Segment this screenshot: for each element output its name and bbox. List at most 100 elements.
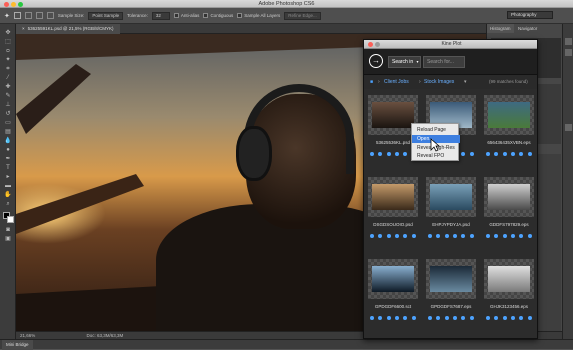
sample-all-layers-checkbox[interactable]: Sample All Layers (237, 13, 280, 19)
close-icon[interactable]: × (22, 26, 25, 31)
info-icon[interactable] (494, 152, 499, 156)
anti-alias-checkbox[interactable]: Anti-alias (173, 13, 199, 19)
view-icon[interactable] (486, 234, 491, 238)
download-icon[interactable] (502, 316, 507, 320)
view-icon[interactable] (486, 152, 491, 156)
edit-icon[interactable] (511, 316, 516, 320)
grid-item[interactable]: 656436435XVBN.eps (482, 90, 536, 170)
info-icon[interactable] (378, 152, 383, 156)
breadcrumb-stock-images[interactable]: Stock Images (424, 75, 454, 89)
clone-stamp-tool-icon[interactable]: ⊥ (4, 102, 12, 109)
download-icon[interactable] (502, 234, 507, 238)
link-icon[interactable] (519, 234, 524, 238)
history-brush-tool-icon[interactable]: ↺ (4, 111, 12, 118)
tolerance-input[interactable]: 32 (151, 11, 170, 20)
link-icon[interactable] (403, 152, 408, 156)
edit-icon[interactable] (453, 234, 458, 238)
blur-tool-icon[interactable]: 💧 (4, 138, 12, 145)
path-selection-tool-icon[interactable]: ▸ (4, 174, 12, 181)
doc-info[interactable]: Doc: 63,3M/63,3M (87, 333, 124, 338)
marquee-tool-icon[interactable]: ⬚ (4, 39, 12, 46)
grid-item[interactable]: GPDGDFS7687.eps (424, 254, 478, 334)
histogram-icon[interactable] (565, 38, 572, 45)
more-icon[interactable] (527, 316, 532, 320)
view-icon[interactable] (428, 316, 433, 320)
more-icon[interactable] (469, 316, 474, 320)
subtract-selection-icon[interactable] (35, 12, 43, 19)
more-icon[interactable] (527, 152, 532, 156)
more-icon[interactable] (411, 316, 416, 320)
edit-icon[interactable] (395, 234, 400, 238)
thumbnail[interactable] (368, 177, 418, 217)
view-icon[interactable] (370, 234, 375, 238)
contiguous-checkbox[interactable]: Contiguous (203, 13, 233, 19)
info-icon[interactable] (565, 49, 572, 56)
view-icon[interactable] (370, 152, 375, 156)
more-icon[interactable] (411, 234, 416, 238)
info-icon[interactable] (494, 316, 499, 320)
grid-item[interactable]: EHPJYPDYJA.psd (424, 172, 478, 252)
view-icon[interactable] (428, 234, 433, 238)
thumbnail[interactable] (426, 259, 476, 299)
download-icon[interactable] (386, 152, 391, 156)
thumbnail[interactable] (484, 95, 534, 135)
link-icon[interactable] (461, 234, 466, 238)
eraser-tool-icon[interactable]: ▭ (4, 120, 12, 127)
grid-item[interactable]: DSGDSOUOIO.psd (366, 172, 420, 252)
thumbnail[interactable] (368, 259, 418, 299)
thumbnail[interactable] (426, 177, 476, 217)
magic-wand-tool-icon[interactable]: ✦ (4, 57, 12, 64)
lasso-tool-icon[interactable]: ᴑ (4, 48, 12, 55)
add-selection-icon[interactable] (24, 12, 32, 19)
dodge-tool-icon[interactable]: ● (4, 147, 12, 154)
download-icon[interactable] (502, 152, 507, 156)
healing-brush-tool-icon[interactable]: ✚ (4, 84, 12, 91)
search-scope-select[interactable]: Search in ▾ (388, 56, 421, 68)
grid-item[interactable]: GPDGDF6600.sct (366, 254, 420, 334)
logo-arrow-icon[interactable]: → (369, 54, 383, 68)
adjustments-icon[interactable] (565, 124, 572, 131)
edit-icon[interactable] (511, 152, 516, 156)
link-icon[interactable] (519, 316, 524, 320)
edit-icon[interactable] (511, 234, 516, 238)
shape-tool-icon[interactable]: ▬ (4, 183, 12, 190)
info-icon[interactable] (494, 234, 499, 238)
download-icon[interactable] (444, 316, 449, 320)
thumbnail[interactable] (484, 177, 534, 217)
link-icon[interactable] (403, 234, 408, 238)
view-icon[interactable] (370, 316, 375, 320)
link-icon[interactable] (461, 152, 466, 156)
pen-tool-icon[interactable]: ✒ (4, 156, 12, 163)
eyedropper-tool-icon[interactable]: ⁄ (4, 75, 12, 82)
edit-icon[interactable] (453, 316, 458, 320)
folder-icon[interactable]: ■ (370, 75, 373, 89)
zoom-tool-icon[interactable]: ⌕ (4, 201, 12, 208)
view-icon[interactable] (486, 316, 491, 320)
download-icon[interactable] (386, 234, 391, 238)
grid-item[interactable]: GHJK3123456.eps (482, 254, 536, 334)
document-tab[interactable]: × 53625591KL.psd @ 21,5% (RGB/8/CMYK) (16, 24, 120, 34)
link-icon[interactable] (461, 316, 466, 320)
brush-tool-icon[interactable]: ✎ (4, 93, 12, 100)
refine-edge-button[interactable]: Refine Edge... (284, 11, 321, 20)
more-icon[interactable] (469, 152, 474, 156)
crop-tool-icon[interactable]: ⌗ (4, 66, 12, 73)
gradient-tool-icon[interactable]: ▤ (4, 129, 12, 136)
info-icon[interactable] (436, 316, 441, 320)
menu-item-reveal-fpo[interactable]: Reveal FPO (412, 152, 460, 160)
type-tool-icon[interactable]: T (4, 165, 12, 172)
more-icon[interactable] (469, 234, 474, 238)
move-tool-icon[interactable]: ✥ (4, 30, 12, 37)
link-icon[interactable] (403, 316, 408, 320)
thumbnail[interactable] (484, 259, 534, 299)
search-input[interactable]: Search for... (423, 56, 465, 68)
quick-mask-icon[interactable]: ◙ (4, 227, 12, 234)
tab-navigator[interactable]: Navigator (515, 24, 540, 33)
more-icon[interactable] (527, 234, 532, 238)
magic-wand-tool-icon[interactable]: ✦ (4, 12, 10, 20)
grid-item[interactable]: GDDFS797829.eps (482, 172, 536, 252)
info-icon[interactable] (378, 234, 383, 238)
breadcrumb-client-jobs[interactable]: Client Jobs (384, 75, 409, 89)
workspace-select[interactable]: Photography (507, 11, 553, 19)
info-icon[interactable] (436, 234, 441, 238)
